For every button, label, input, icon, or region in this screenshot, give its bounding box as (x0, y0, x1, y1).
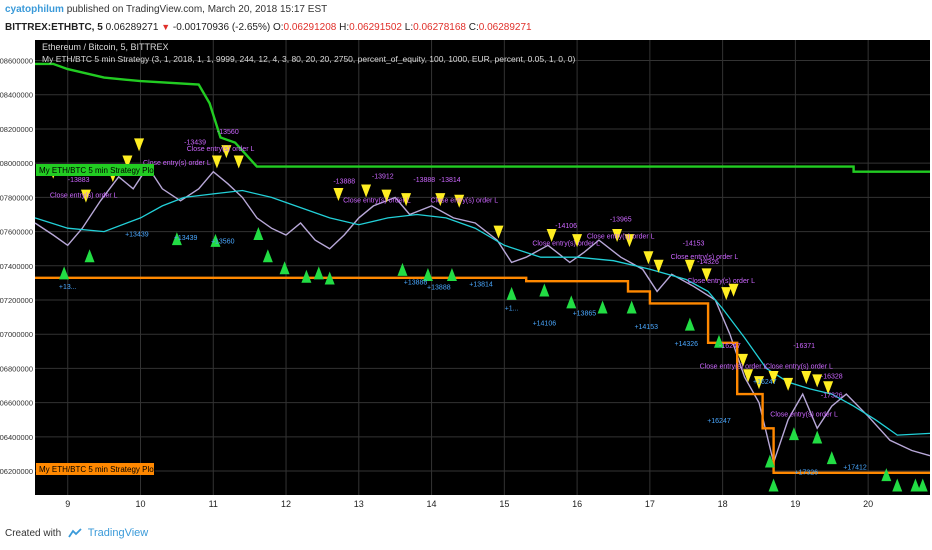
sell-label: -17326 (821, 393, 843, 400)
close-label: C: (468, 22, 479, 33)
sell-label: Close entry(s) order L (430, 198, 498, 205)
y-tick-label: 0.06400000 (0, 433, 33, 442)
x-tick-label: 13 (354, 499, 364, 509)
buy-label: +13439 (125, 232, 149, 239)
author-link[interactable]: cyatophilum (5, 4, 64, 15)
x-tick-label: 12 (281, 499, 291, 509)
x-tick-label: 18 (718, 499, 728, 509)
y-tick-label: 0.07000000 (0, 330, 33, 339)
x-tick-label: 14 (427, 499, 437, 509)
buy-label: +13888 (404, 280, 428, 287)
tradingview-logo-icon (68, 528, 82, 538)
y-tick-label: 0.06600000 (0, 399, 33, 408)
sell-label: Close entry(s) order L (770, 411, 838, 418)
buy-label: +16247 (753, 379, 777, 386)
buy-label: +17412 (843, 464, 867, 471)
legend-top-label: My ETH/BTC 5 min Strategy Plot (39, 166, 157, 175)
x-tick-label: 9 (65, 499, 70, 509)
y-tick-label: 0.08200000 (0, 125, 33, 134)
publish-line: cyatophilum published on TradingView.com… (5, 4, 327, 15)
x-tick-label: 11 (209, 499, 218, 509)
sell-label: -13912 (372, 174, 394, 181)
x-tick-label: 15 (499, 499, 509, 509)
sell-label: -13560 (217, 129, 239, 136)
sell-label: -16247 (719, 343, 741, 350)
buy-label: +13439 (174, 235, 198, 242)
high-value: 0.06291502 (349, 22, 402, 33)
chart-subtitle: My ETH/BTC 5 min Strategy (3, 1, 2018, 1… (42, 54, 575, 64)
sell-label: -16371 (793, 343, 815, 350)
y-tick-label: 0.07400000 (0, 262, 33, 271)
legend-bottom: My ETH/BTC 5 min Strategy Plot (36, 463, 157, 475)
open-label: O: (272, 22, 284, 33)
y-tick-label: 0.08600000 (0, 57, 33, 66)
x-tick-label: 16 (572, 499, 582, 509)
buy-label: +16247 (707, 418, 731, 425)
sell-label: Close entry(s) order L (700, 363, 768, 370)
down-arrow-icon: ▼ (161, 22, 171, 32)
chart-title: Ethereum / Bitcoin, 5, BITTREX (42, 42, 169, 52)
buy-label: +14153 (634, 324, 658, 331)
x-tick-label: 10 (136, 499, 146, 509)
published-text: published on TradingView.com, March 20, … (66, 4, 328, 15)
sell-label: -13814 (439, 177, 461, 184)
last-price: 0.06289271 (105, 22, 159, 33)
high-label: H: (339, 22, 350, 33)
buy-label: +17326 (795, 469, 819, 476)
close-value: 0.06289271 (478, 22, 532, 33)
sell-label: Close entry(s) order L (687, 278, 755, 285)
symbol-line: BITTREX:ETHBTC, 5 0.06289271 ▼ -0.001709… (5, 22, 532, 33)
low-value: 0.06278168 (413, 22, 466, 33)
sell-label: Close entry(s) order L (532, 240, 600, 247)
chart-footer: Created with TradingView (0, 515, 932, 550)
low-label: L: (404, 22, 414, 33)
buy-label: +14326 (674, 341, 698, 348)
chart-header: cyatophilum published on TradingView.com… (0, 0, 932, 40)
buy-label: +13814 (469, 281, 493, 288)
sell-label: Close entry(s) order L (187, 146, 255, 153)
legend-top: My ETH/BTC 5 min Strategy Plot (36, 164, 157, 176)
sell-label: -14153 (683, 240, 705, 247)
tradingview-brand[interactable]: TradingView (88, 527, 149, 539)
sell-label: -14326 (697, 259, 719, 266)
sell-label: -13965 (610, 216, 632, 223)
buy-label: +14106 (533, 321, 557, 328)
created-with-text: Created with (5, 528, 62, 539)
open-value: 0.06291208 (283, 22, 337, 33)
y-tick-label: 0.07600000 (0, 228, 33, 237)
sell-label: Close entry(s) order L (587, 233, 655, 240)
y-tick-label: 0.06200000 (0, 467, 33, 476)
sell-label: Close entry(s) order L (50, 192, 118, 199)
sell-label: -13888 (413, 177, 435, 184)
y-tick-label: 0.08400000 (0, 91, 33, 100)
buy-label: +13560 (211, 239, 235, 246)
y-tick-label: 0.06800000 (0, 364, 33, 373)
price-chart[interactable]: 0.06200000 0.06400000 0.06600000 0.06800000… (0, 40, 932, 515)
y-tick-label: 0.08000000 (0, 159, 33, 168)
legend-bottom-label: My ETH/BTC 5 min Strategy Plot (39, 465, 157, 474)
x-tick-label: 19 (790, 499, 800, 509)
x-tick-label: 20 (863, 499, 873, 509)
y-tick-label: 0.07800000 (0, 193, 33, 202)
y-tick-label: 0.07200000 (0, 296, 33, 305)
created-with: Created with TradingView (5, 527, 148, 539)
sell-label: -13883 (68, 177, 90, 184)
sell-label: Close entry(s) order L (343, 198, 411, 205)
buy-label: +13865 (573, 310, 597, 317)
buy-label: +1... (505, 305, 519, 312)
sell-label: -13888 (333, 179, 355, 186)
sell-label: -14106 (555, 223, 577, 230)
symbol-name: BITTREX:ETHBTC, 5 (5, 22, 103, 33)
x-tick-label: 17 (645, 499, 655, 509)
buy-label: +13888 (427, 285, 451, 292)
sell-label: -16328 (821, 374, 843, 381)
sell-label: Close entry(s) order L (765, 363, 833, 370)
price-change: -0.00170936 (-2.65%) (172, 22, 271, 33)
buy-label: +13... (59, 284, 77, 291)
